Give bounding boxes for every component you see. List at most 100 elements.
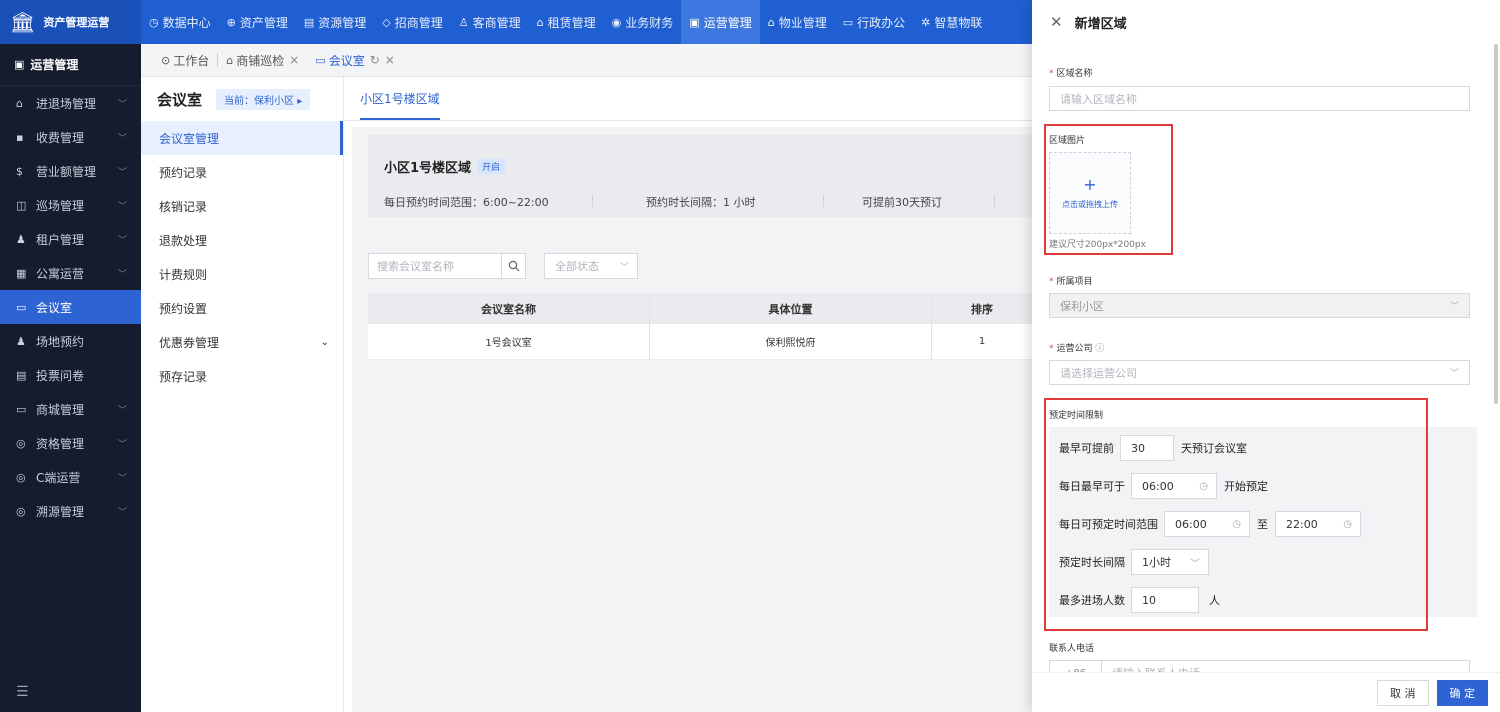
topnav-finance[interactable]: ◉ 业务财务 bbox=[604, 0, 682, 44]
module-title: 会议室 bbox=[157, 90, 203, 109]
badge-icon: ◎ bbox=[16, 436, 26, 450]
menu-item-coupons[interactable]: 优惠券管理 ⌄ bbox=[141, 325, 343, 359]
sidebar-item-traceability[interactable]: ◎ 溯源管理 ﹀ bbox=[0, 494, 141, 528]
search-icon-svg bbox=[508, 260, 519, 272]
time-limit-panel: 最早可提前 30 天预订会议室 每日最早可于 06:00 ◷ 开始预定 每日可预定… bbox=[1049, 427, 1477, 617]
project-select[interactable]: 保利小区 ﹀ bbox=[1049, 293, 1470, 318]
confirm-button[interactable]: 确 定 bbox=[1436, 679, 1488, 706]
company-label: * 运营公司 ⓘ bbox=[1049, 341, 1104, 354]
chevron-down-icon: ⌄ bbox=[320, 336, 329, 348]
bank-logo-icon: 🏛 bbox=[10, 10, 36, 34]
tab-workbench[interactable]: ⊙ 工作台 bbox=[153, 44, 217, 77]
operation-icon: ▣ bbox=[689, 15, 700, 29]
earliest-time-picker[interactable]: 06:00 ◷ bbox=[1131, 473, 1217, 499]
table-row[interactable]: 1号会议室 保利熙悦府 1 bbox=[368, 324, 1032, 360]
topnav-lease[interactable]: ⌂ 租赁管理 bbox=[529, 0, 604, 44]
tab-meeting-room[interactable]: ▭ 会议室 ↻ × bbox=[307, 44, 403, 77]
cancel-button[interactable]: 取 消 bbox=[1377, 679, 1429, 706]
refresh-icon[interactable]: ↻ bbox=[370, 53, 380, 67]
current-project-switch[interactable]: 当前：保利小区 ▸ bbox=[216, 88, 311, 110]
clock-icon: ◷ bbox=[1232, 518, 1241, 530]
contact-phone-input[interactable]: 请输入联系人电话 bbox=[1102, 661, 1200, 672]
chevron-down-icon: ﹀ bbox=[117, 439, 127, 450]
advance-days-input[interactable]: 30 bbox=[1120, 435, 1174, 461]
interval-select[interactable]: 1小时 ﹀ bbox=[1131, 549, 1209, 575]
topnav-office[interactable]: ▭ 行政办公 bbox=[835, 0, 913, 44]
tab-shop-inspection[interactable]: ⌂ 商铺巡检 × bbox=[218, 44, 307, 77]
topnav-property[interactable]: ⌂ 物业管理 bbox=[760, 0, 835, 44]
max-people-input[interactable]: 10 bbox=[1131, 587, 1199, 613]
menu-item-booking-settings[interactable]: 预约设置 bbox=[141, 291, 343, 325]
range-start-value: 06:00 bbox=[1175, 517, 1207, 531]
image-upload-area[interactable]: + 点击或拖拽上传 bbox=[1049, 152, 1131, 234]
sidebar-item-mall[interactable]: ▭ 商城管理 ﹀ bbox=[0, 392, 141, 426]
sidebar-item-apartment[interactable]: ▦ 公寓运营 ﹀ bbox=[0, 256, 141, 290]
topnav-operation[interactable]: ▣ 运营管理 bbox=[681, 0, 760, 44]
topnav-iot[interactable]: ✲ 智慧物联 bbox=[913, 0, 990, 44]
sidebar-item-turnover[interactable]: $ 营业额管理 ﹀ bbox=[0, 154, 141, 188]
chevron-down-icon: ﹀ bbox=[117, 405, 127, 416]
sidebar-item-patrol[interactable]: ◫ 巡场管理 ﹀ bbox=[0, 188, 141, 222]
cell-order: 1 bbox=[978, 336, 986, 347]
divider bbox=[823, 195, 824, 207]
page-tabs: ⊙ 工作台 ⌂ 商铺巡检 × ▭ 会议室 ↻ × bbox=[141, 44, 1032, 77]
menu-item-billing-rules[interactable]: 计费规则 bbox=[141, 257, 343, 291]
area-name-input[interactable]: 请输入区域名称 bbox=[1049, 86, 1470, 111]
sidebar-item-tenant[interactable]: ♟ 租户管理 ﹀ bbox=[0, 222, 141, 256]
topnav-asset[interactable]: ⊕ 资产管理 bbox=[219, 0, 296, 44]
sidebar-item-c-operation[interactable]: ◎ C端运营 ﹀ bbox=[0, 460, 141, 494]
interval-value: 1小时 bbox=[1142, 556, 1171, 569]
upload-text: 点击或拖拽上传 bbox=[1062, 199, 1118, 209]
company-select[interactable]: 请选择运营公司 ﹀ bbox=[1049, 360, 1470, 385]
topnav-merchant[interactable]: ♙ 客商管理 bbox=[451, 0, 529, 44]
close-icon[interactable]: × bbox=[289, 53, 299, 67]
topnav-label: 资源管理 bbox=[318, 15, 367, 30]
topnav-label: 数据中心 bbox=[162, 15, 211, 30]
column-header-order[interactable]: 排序 bbox=[932, 293, 1032, 324]
close-icon[interactable]: × bbox=[385, 53, 395, 67]
topnav-data-center[interactable]: ◷ 数据中心 bbox=[141, 0, 219, 44]
sidebar-item-entry-exit[interactable]: ⌂ 进退场管理 ﹀ bbox=[0, 86, 141, 120]
menu-item-refunds[interactable]: 退款处理 bbox=[141, 223, 343, 257]
status-select[interactable]: 全部状态 ﹀ bbox=[544, 253, 638, 279]
brand[interactable]: 🏛 资产管理运营 bbox=[0, 0, 141, 44]
close-icon[interactable]: ✕ bbox=[1050, 13, 1063, 31]
max-people-label: 最多进场人数 bbox=[1059, 594, 1125, 607]
chevron-down-icon: ﹀ bbox=[1190, 558, 1200, 570]
help-icon[interactable]: ⓘ bbox=[1095, 344, 1104, 354]
collapse-menu-icon[interactable]: ☰ bbox=[16, 684, 29, 700]
sidebar-item-label: 进退场管理 bbox=[36, 96, 97, 111]
chevron-down-icon: ﹀ bbox=[117, 507, 127, 518]
chevron-down-icon: ﹀ bbox=[117, 201, 127, 212]
plus-icon: + bbox=[1083, 174, 1097, 194]
project-label-text: 所属项目 bbox=[1056, 277, 1093, 287]
max-people-suffix: 人 bbox=[1209, 594, 1220, 607]
search-icon[interactable] bbox=[502, 253, 526, 279]
sidebar-item-survey[interactable]: ▤ 投票问卷 bbox=[0, 358, 141, 392]
coin-icon: ◉ bbox=[611, 15, 622, 29]
sidebar-header[interactable]: ▣ 运营管理 bbox=[0, 44, 141, 86]
chevron-down-icon: ﹀ bbox=[117, 269, 127, 280]
sidebar-item-meeting-room[interactable]: ▭ 会议室 bbox=[0, 290, 141, 324]
sidebar-item-venue-booking[interactable]: ♟ 场地预约 bbox=[0, 324, 141, 358]
menu-item-room-management[interactable]: 会议室管理 bbox=[141, 121, 343, 155]
range-end-picker[interactable]: 22:00 ◷ bbox=[1275, 511, 1361, 537]
phone-prefix-select[interactable]: +86 bbox=[1050, 661, 1102, 672]
menu-item-verification-records[interactable]: 核销记录 bbox=[141, 189, 343, 223]
topnav-investment[interactable]: ◇ 招商管理 bbox=[374, 0, 450, 44]
sidebar-item-qualification[interactable]: ◎ 资格管理 ﹀ bbox=[0, 426, 141, 460]
menu-item-prepaid-records[interactable]: 预存记录 bbox=[141, 359, 343, 393]
menu-item-booking-records[interactable]: 预约记录 bbox=[141, 155, 343, 189]
column-header-location[interactable]: 具体位置 bbox=[650, 293, 932, 324]
contact-phone-field[interactable]: +86 请输入联系人电话 bbox=[1049, 660, 1470, 672]
sidebar-item-charges[interactable]: ▪ 收费管理 ﹀ bbox=[0, 120, 141, 154]
clock-icon: ◷ bbox=[1343, 518, 1352, 530]
column-header-name[interactable]: 会议室名称 bbox=[368, 293, 650, 324]
range-start-picker[interactable]: 06:00 ◷ bbox=[1164, 511, 1250, 537]
user-icon: ♟ bbox=[16, 232, 26, 246]
max-people-row: 最多进场人数 10 人 bbox=[1059, 587, 1220, 613]
area-tab-building-1[interactable]: 小区1号楼区域 bbox=[360, 90, 440, 120]
topnav-resource[interactable]: ▤ 资源管理 bbox=[296, 0, 374, 44]
search-input[interactable]: 搜索会议室名称 bbox=[368, 253, 502, 279]
resource-icon: ▤ bbox=[303, 15, 315, 29]
